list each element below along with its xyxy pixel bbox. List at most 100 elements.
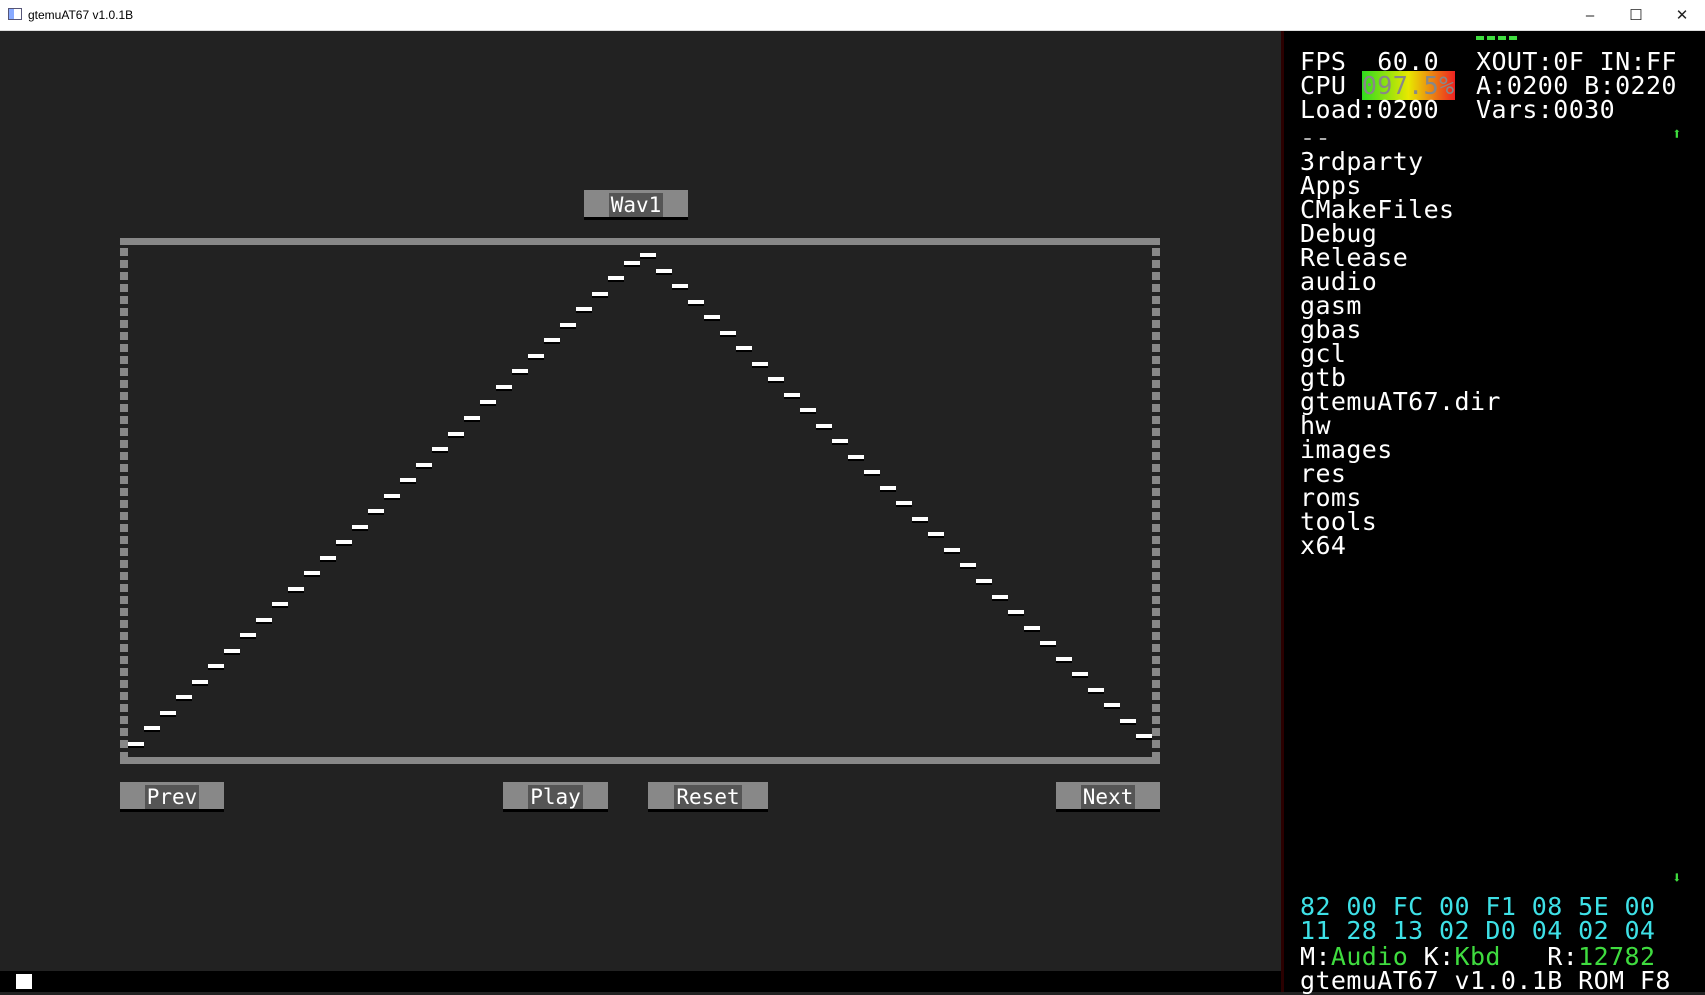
sample-point[interactable] — [496, 384, 512, 391]
sample-point[interactable] — [368, 509, 384, 516]
sample-point[interactable] — [944, 547, 960, 554]
edge-tick — [1152, 560, 1160, 568]
sample-point[interactable] — [464, 416, 480, 422]
sample-point[interactable] — [176, 695, 192, 702]
sample-point[interactable] — [144, 726, 160, 733]
sample-point[interactable] — [912, 516, 928, 523]
sample-point[interactable] — [704, 315, 720, 322]
sample-point[interactable] — [432, 447, 448, 454]
edge-tick — [1152, 704, 1160, 712]
sample-point[interactable] — [528, 353, 544, 360]
sample-point[interactable] — [784, 392, 800, 399]
sample-point[interactable] — [160, 710, 176, 717]
edge-tick — [1152, 308, 1160, 316]
sample-point[interactable] — [768, 377, 784, 384]
waveform-canvas[interactable] — [120, 238, 1160, 764]
sample-point[interactable] — [1120, 718, 1136, 725]
sample-point[interactable] — [880, 485, 896, 492]
edge-tick — [1152, 680, 1160, 688]
sample-point[interactable] — [1008, 610, 1024, 617]
maximize-button[interactable]: ☐ — [1613, 0, 1659, 31]
edge-tick — [1152, 248, 1160, 256]
sample-point[interactable] — [608, 276, 624, 283]
edge-tick — [120, 416, 128, 424]
edge-tick — [120, 260, 128, 268]
next-button[interactable]: Next — [1056, 782, 1160, 812]
sample-point[interactable] — [896, 501, 912, 508]
sample-point[interactable] — [1136, 734, 1152, 741]
play-button[interactable]: Play — [503, 782, 608, 812]
edge-tick — [1152, 728, 1160, 736]
sample-point[interactable] — [352, 524, 368, 531]
sample-point[interactable] — [928, 532, 944, 539]
edge-tick — [1152, 620, 1160, 628]
sample-point[interactable] — [576, 307, 592, 314]
sample-point[interactable] — [448, 431, 464, 438]
sample-point[interactable] — [560, 322, 576, 329]
sample-point[interactable] — [736, 346, 752, 353]
sample-point[interactable] — [688, 299, 704, 306]
sample-point[interactable] — [672, 284, 688, 291]
sample-point[interactable] — [480, 400, 496, 407]
sample-point[interactable] — [656, 268, 672, 275]
minimize-button[interactable]: – — [1567, 0, 1613, 31]
reset-label: Reset — [674, 785, 742, 809]
sample-point[interactable] — [272, 602, 288, 609]
sample-point[interactable] — [592, 291, 608, 298]
waveform-select-button[interactable]: Wav1 — [584, 190, 688, 220]
sample-point[interactable] — [992, 594, 1008, 601]
sample-point[interactable] — [256, 617, 272, 624]
sample-point[interactable] — [800, 408, 816, 415]
sample-point[interactable] — [320, 555, 336, 562]
sample-point[interactable] — [416, 462, 432, 469]
sample-point[interactable] — [240, 633, 256, 640]
edge-tick — [120, 596, 128, 604]
reset-button[interactable]: Reset — [648, 782, 768, 812]
sample-point[interactable] — [336, 540, 352, 547]
sample-point[interactable] — [544, 338, 560, 345]
sample-point[interactable] — [720, 330, 736, 337]
sample-point[interactable] — [512, 369, 528, 376]
sample-point[interactable] — [1072, 672, 1088, 679]
sample-point[interactable] — [960, 563, 976, 570]
edge-tick — [1152, 272, 1160, 280]
sample-point[interactable] — [288, 586, 304, 593]
sample-point[interactable] — [848, 454, 864, 461]
edge-tick — [120, 512, 128, 520]
sample-point[interactable] — [832, 439, 848, 446]
sample-point[interactable] — [752, 361, 768, 368]
sample-point[interactable] — [224, 648, 240, 655]
sample-point[interactable] — [1024, 625, 1040, 632]
file-item[interactable]: x64 — [1300, 533, 1501, 558]
sample-point[interactable] — [1040, 641, 1056, 648]
sample-point[interactable] — [304, 571, 320, 578]
sample-point[interactable] — [1056, 656, 1072, 663]
edge-tick — [120, 344, 128, 352]
cursor-block — [16, 974, 32, 989]
sample-point[interactable] — [128, 742, 144, 748]
scroll-down-arrow-icon[interactable]: ⬇ — [1672, 868, 1682, 887]
scroll-up-arrow-icon[interactable]: ⬆ — [1672, 124, 1682, 143]
load-readout: Load:0200 — [1300, 95, 1440, 124]
edge-tick — [1152, 512, 1160, 520]
edge-tick — [120, 332, 128, 340]
sample-point[interactable] — [208, 664, 224, 671]
title-bar: gtemuAT67 v1.0.1B – ☐ ✕ — [0, 0, 1705, 31]
edge-tick — [120, 440, 128, 448]
sample-point[interactable] — [384, 493, 400, 500]
vars-readout: Vars:0030 — [1476, 95, 1616, 124]
sample-point[interactable] — [976, 579, 992, 585]
sample-point[interactable] — [624, 260, 640, 267]
prev-button[interactable]: Prev — [120, 782, 224, 812]
sample-point[interactable] — [400, 478, 416, 485]
edge-tick — [120, 524, 128, 532]
sample-point[interactable] — [1104, 703, 1120, 710]
sample-point[interactable] — [816, 423, 832, 430]
edge-tick — [1152, 488, 1160, 496]
sample-point[interactable] — [640, 253, 656, 259]
sample-point[interactable] — [1088, 687, 1104, 694]
sample-point[interactable] — [192, 679, 208, 686]
close-button[interactable]: ✕ — [1659, 0, 1705, 31]
edge-tick — [1152, 464, 1160, 472]
sample-point[interactable] — [864, 470, 880, 477]
